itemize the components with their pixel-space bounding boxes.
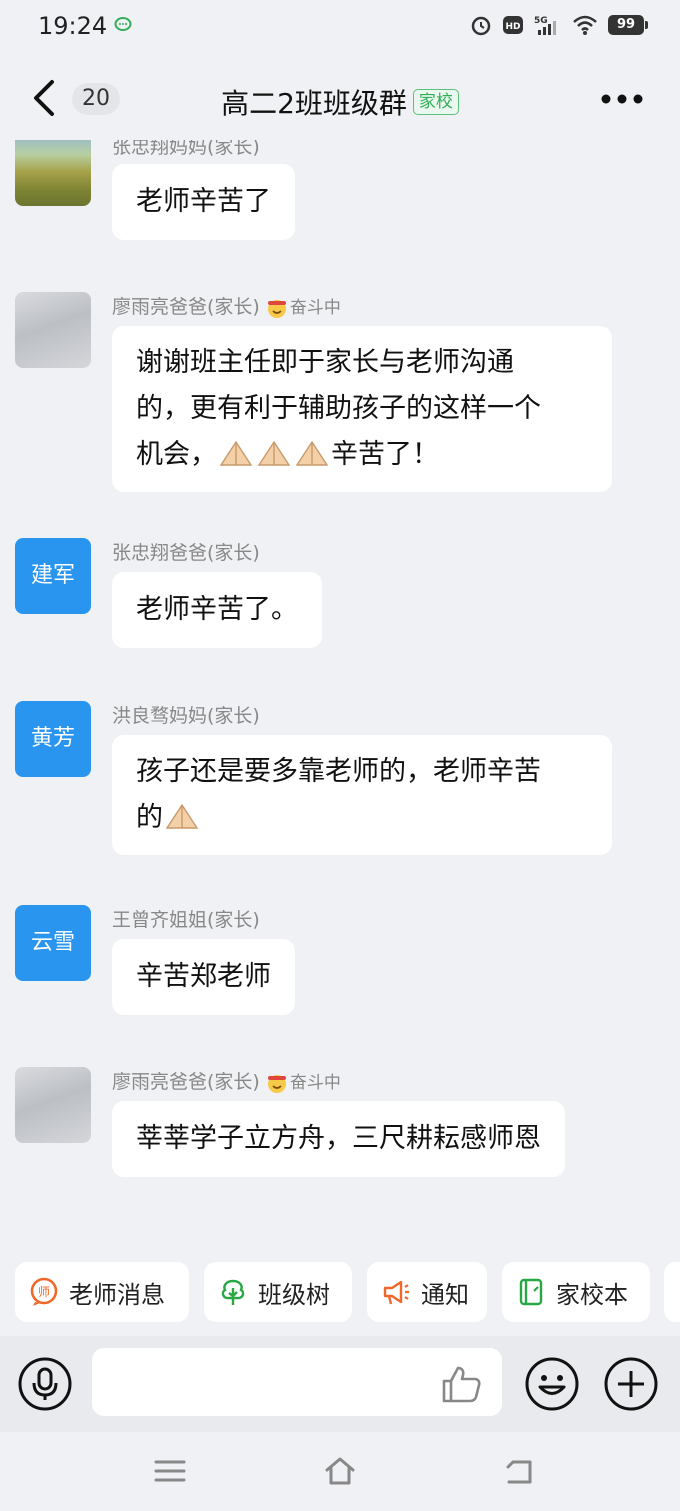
- thumbs-up-icon[interactable]: [440, 1364, 482, 1404]
- more-options-icon[interactable]: [600, 92, 644, 106]
- teacher-badge-icon: 师: [30, 1277, 58, 1306]
- sender-avatar[interactable]: 黄芳: [15, 701, 91, 777]
- message-line: 机会， 辛苦了！: [136, 432, 588, 478]
- message-bubble[interactable]: 老师辛苦了。: [112, 572, 322, 648]
- sender-name[interactable]: 张忠翔爸爸(家长): [112, 538, 260, 565]
- chip-label: 家校本: [556, 1280, 628, 1309]
- sender-name: 廖雨亮爸爸(家长): [112, 1071, 260, 1093]
- sender-avatar[interactable]: [15, 1067, 91, 1143]
- svg-text:5G: 5G: [534, 16, 548, 26]
- message-line: 的: [136, 795, 588, 841]
- praying-hands-icon: [165, 803, 199, 829]
- online-status: 奋斗中: [289, 298, 341, 318]
- home-icon[interactable]: [323, 1454, 357, 1488]
- online-status: 奋斗中: [289, 1073, 341, 1093]
- back-nav-icon[interactable]: [503, 1454, 537, 1488]
- praying-hands-icon: [257, 440, 291, 466]
- sender-name[interactable]: 张忠翔妈妈(家长): [112, 140, 260, 159]
- status-emoji-icon: [267, 299, 286, 318]
- message-bubble[interactable]: 孩子还是要多靠老师的，老师辛苦 的: [112, 735, 612, 855]
- add-icon[interactable]: [603, 1356, 659, 1412]
- teacher-messages-button[interactable]: 师 老师消息: [15, 1262, 189, 1322]
- chat-header: 20 高二2班班级群 家校: [0, 56, 680, 140]
- message-text: 辛苦了！: [331, 439, 439, 470]
- message-bubble[interactable]: 谢谢班主任即于家长与老师沟通 的，更有利于辅助孩子的这样一个 机会， 辛苦了！: [112, 326, 612, 492]
- svg-text:HD: HD: [505, 22, 520, 32]
- notebook-icon: [519, 1278, 543, 1306]
- sender-line[interactable]: 廖雨亮爸爸(家长) 奋斗中: [112, 1067, 341, 1094]
- message-text: 的: [136, 802, 163, 833]
- status-emoji-icon: [267, 1074, 286, 1093]
- more-actions-chip[interactable]: [664, 1262, 680, 1322]
- megaphone-icon: [383, 1280, 409, 1305]
- message-item: 张忠翔妈妈(家长) 老师辛苦了: [0, 140, 680, 250]
- sender-name[interactable]: 王曾齐姐姐(家长): [112, 905, 260, 932]
- message-bubble[interactable]: 辛苦郑老师: [112, 939, 295, 1015]
- status-icons: HD 5G 99: [470, 14, 648, 36]
- chat-title-area[interactable]: 高二2班班级群 家校: [0, 82, 680, 122]
- sender-avatar[interactable]: 建军: [15, 538, 91, 614]
- sender-name: 廖雨亮爸爸(家长): [112, 296, 260, 318]
- signal-5g-icon: 5G: [534, 16, 556, 35]
- quick-action-bar: 师 老师消息 班级树 通知 家校本: [0, 1262, 680, 1326]
- sender-avatar[interactable]: [15, 140, 91, 206]
- battery-indicator: 99: [608, 15, 648, 35]
- group-title: 高二2班班级群: [221, 87, 407, 120]
- message-bubble[interactable]: 莘莘学子立方舟，三尺耕耘感师恩: [112, 1101, 565, 1177]
- chip-label: 老师消息: [69, 1280, 165, 1309]
- menu-icon[interactable]: [153, 1454, 187, 1488]
- notice-button[interactable]: 通知: [367, 1262, 487, 1322]
- message-bubble[interactable]: 老师辛苦了: [112, 164, 295, 240]
- praying-hands-icon: [295, 440, 329, 466]
- chip-label: 通知: [421, 1280, 469, 1309]
- sender-avatar[interactable]: [15, 292, 91, 368]
- message-line: 孩子还是要多靠老师的，老师辛苦: [136, 756, 541, 787]
- system-nav-bar: [0, 1432, 680, 1511]
- message-input-bar: [0, 1336, 680, 1432]
- notification-chat-icon: [114, 17, 132, 31]
- message-line: 的，更有利于辅助孩子的这样一个: [136, 393, 541, 424]
- chip-label: 班级树: [258, 1280, 330, 1309]
- emoji-icon[interactable]: [524, 1356, 580, 1412]
- class-tree-button[interactable]: 班级树: [204, 1262, 352, 1322]
- message-text: 机会，: [136, 439, 217, 470]
- message-line: 谢谢班主任即于家长与老师沟通: [136, 347, 514, 378]
- sender-name[interactable]: 洪良骛妈妈(家长): [112, 701, 260, 728]
- status-time: 19:24: [38, 12, 108, 40]
- status-bar: 19:24 HD 5G 99: [0, 0, 680, 56]
- alarm-icon: [471, 16, 491, 36]
- group-type-tag: 家校: [412, 89, 459, 115]
- homework-book-button[interactable]: 家校本: [502, 1262, 650, 1322]
- svg-text:师: 师: [38, 1285, 50, 1299]
- tree-icon: [221, 1279, 245, 1305]
- sender-line[interactable]: 廖雨亮爸爸(家长) 奋斗中: [112, 292, 341, 319]
- sender-avatar[interactable]: 云雪: [15, 905, 91, 981]
- wifi-icon: [573, 15, 597, 35]
- hd-icon: HD: [503, 16, 523, 34]
- voice-input-icon[interactable]: [17, 1356, 73, 1412]
- praying-hands-icon: [219, 440, 253, 466]
